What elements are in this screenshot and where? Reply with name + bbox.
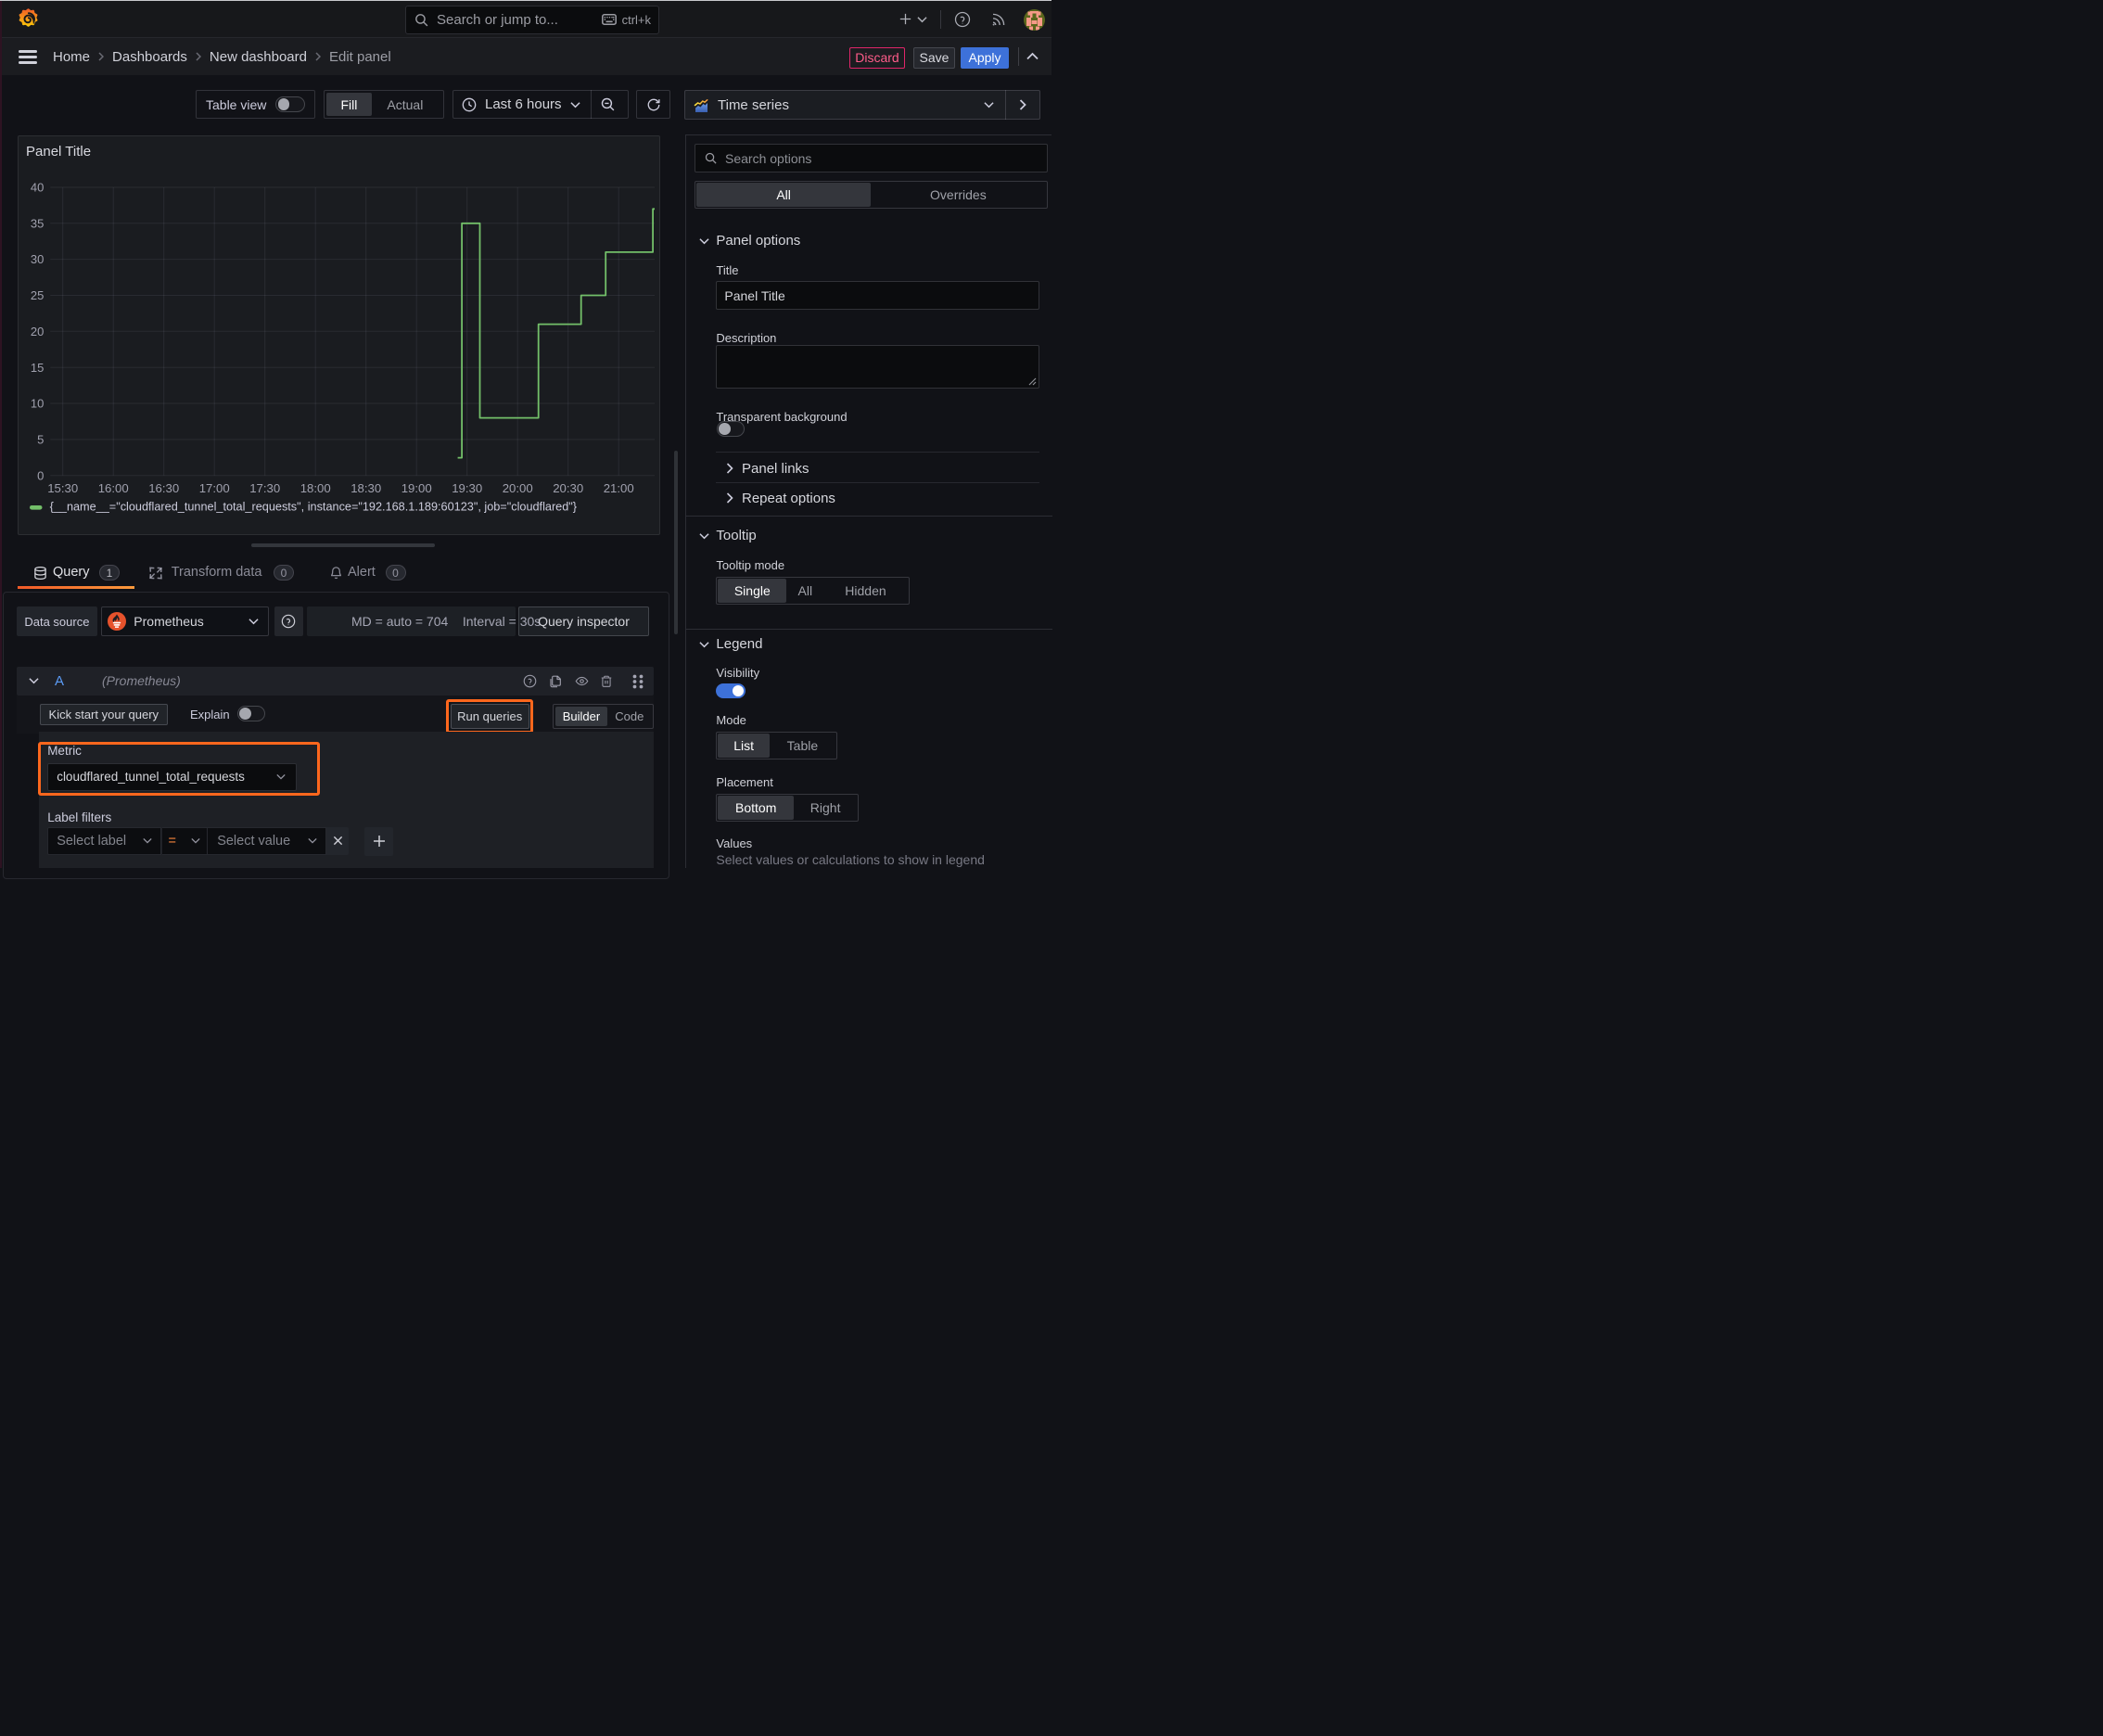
svg-text:17:00: 17:00 xyxy=(199,481,230,495)
svg-text:19:30: 19:30 xyxy=(452,481,482,495)
svg-text:20:00: 20:00 xyxy=(503,481,533,495)
svg-text:16:00: 16:00 xyxy=(98,481,129,495)
svg-text:35: 35 xyxy=(31,216,44,230)
svg-text:18:00: 18:00 xyxy=(300,481,331,495)
svg-text:15: 15 xyxy=(31,361,44,375)
svg-text:5: 5 xyxy=(37,433,44,447)
svg-text:{__name__="cloudflared_tunnel_: {__name__="cloudflared_tunnel_total_requ… xyxy=(50,501,578,514)
svg-text:30: 30 xyxy=(31,252,44,266)
svg-text:20: 20 xyxy=(31,325,44,338)
svg-text:0: 0 xyxy=(37,468,44,482)
svg-text:20:30: 20:30 xyxy=(553,481,583,495)
svg-text:19:00: 19:00 xyxy=(401,481,432,495)
svg-text:21:00: 21:00 xyxy=(604,481,634,495)
svg-text:17:30: 17:30 xyxy=(249,481,280,495)
svg-text:16:30: 16:30 xyxy=(148,481,179,495)
svg-text:15:30: 15:30 xyxy=(47,481,78,495)
svg-text:18:30: 18:30 xyxy=(350,481,381,495)
svg-text:25: 25 xyxy=(31,288,44,302)
svg-text:40: 40 xyxy=(31,181,44,195)
svg-text:10: 10 xyxy=(31,397,44,411)
